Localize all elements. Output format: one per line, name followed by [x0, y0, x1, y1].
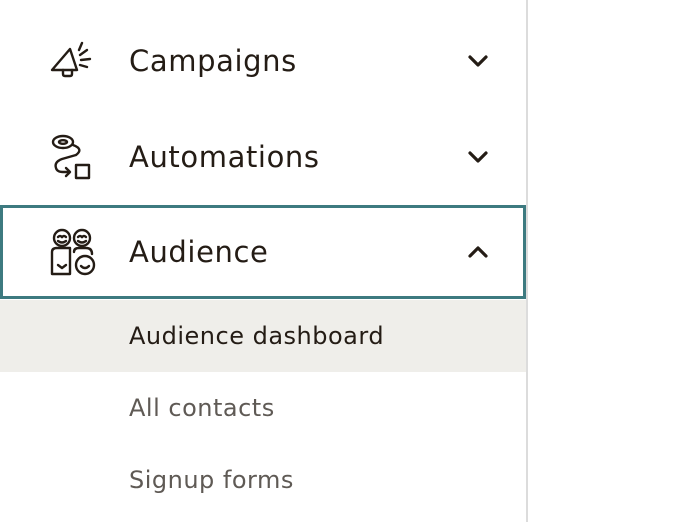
page: Campaigns Automations Audience Audience …: [0, 0, 684, 522]
chevron-down-icon: [468, 151, 488, 163]
submenu-item-label: Audience dashboard: [129, 322, 385, 350]
sidebar-item-label: Audience: [129, 235, 269, 269]
sidebar-item-label: Automations: [129, 140, 320, 174]
submenu-item-all-contacts[interactable]: All contacts: [0, 372, 526, 444]
audience-people-icon: [50, 228, 96, 276]
sidebar-item-automations[interactable]: Automations: [0, 110, 526, 204]
sidebar-item-label: Campaigns: [129, 44, 297, 78]
chevron-down-icon: [468, 55, 488, 67]
automation-flow-icon: [51, 134, 91, 180]
sidebar-item-campaigns[interactable]: Campaigns: [0, 14, 526, 108]
main-content-area: [528, 0, 684, 522]
chevron-up-icon: [468, 246, 488, 258]
submenu-item-audience-dashboard[interactable]: Audience dashboard: [0, 300, 526, 372]
submenu-item-label: All contacts: [129, 394, 275, 422]
sidebar-item-audience[interactable]: Audience: [0, 205, 526, 299]
submenu-item-signup-forms[interactable]: Signup forms: [0, 444, 526, 516]
submenu-item-label: Signup forms: [129, 466, 294, 494]
megaphone-icon: [50, 41, 92, 78]
sidebar-nav: Campaigns Automations Audience Audience …: [0, 0, 526, 522]
